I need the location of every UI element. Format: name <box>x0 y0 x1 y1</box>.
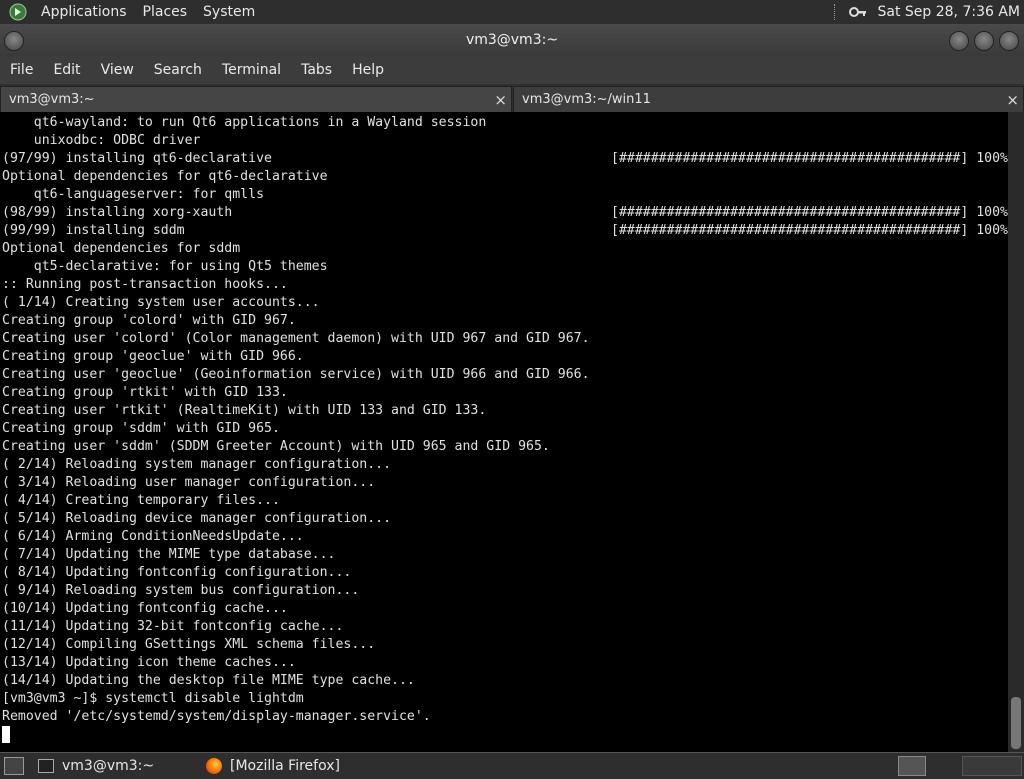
terminal-line: Creating group 'geoclue' with GID 966. <box>2 349 304 364</box>
terminal-line: Creating user 'geoclue' (Geoinformation … <box>2 367 590 382</box>
tab-close-icon[interactable]: × <box>494 87 507 113</box>
taskbar-terminal-button[interactable]: vm3@vm3:~ <box>38 756 154 776</box>
terminal-line: (14/14) Updating the desktop file MIME t… <box>2 673 415 688</box>
terminal-line: ( 4/14) Creating temporary files... <box>2 493 280 508</box>
taskbar-terminal-label: vm3@vm3:~ <box>62 758 155 774</box>
terminal-line: ( 5/14) Reloading device manager configu… <box>2 511 392 526</box>
menu-file[interactable]: File <box>0 56 43 84</box>
progress-bar-text: [#######################################… <box>611 223 1008 238</box>
terminal-cursor <box>2 726 10 743</box>
terminal-line: Optional dependencies for sddm <box>2 241 241 256</box>
menu-search[interactable]: Search <box>144 56 212 84</box>
system-menu[interactable]: System <box>195 0 263 24</box>
terminal-line: ( 8/14) Updating fontconfig configuratio… <box>2 565 352 580</box>
minimize-button[interactable] <box>949 31 969 51</box>
terminal-scrollbar[interactable] <box>1008 112 1024 752</box>
terminal-line: (12/14) Compiling GSettings XML schema f… <box>2 637 376 652</box>
taskbar-firefox-button[interactable]: [Mozilla Firefox] <box>206 756 340 776</box>
terminal-line: :: Running post-transaction hooks... <box>2 277 288 292</box>
terminal-line: Removed '/etc/systemd/system/display-man… <box>2 709 431 724</box>
terminal-line: qt6-languageserver: for qmlls <box>2 187 265 202</box>
tab-label: vm3@vm3:~/win11 <box>522 92 651 107</box>
terminal-line: ( 7/14) Updating the MIME type database.… <box>2 547 336 562</box>
distro-logo-icon[interactable] <box>7 2 29 22</box>
show-desktop-icon[interactable] <box>4 757 24 775</box>
firefox-icon <box>206 758 222 774</box>
clock[interactable]: Sat Sep 28, 7:36 AM <box>867 4 1024 20</box>
terminal-line: Creating group 'colord' with GID 967. <box>2 313 296 328</box>
terminal-line: (97/99) installing qt6-declarative <box>2 151 272 166</box>
terminal-line: (10/14) Updating fontconfig cache... <box>2 601 288 616</box>
menu-view[interactable]: View <box>91 56 144 84</box>
terminal-line: Creating user 'colord' (Color management… <box>2 331 590 346</box>
terminal-line: Creating user 'rtkit' (RealtimeKit) with… <box>2 403 487 418</box>
menu-edit[interactable]: Edit <box>43 56 90 84</box>
tab-close-icon[interactable]: × <box>1006 87 1019 113</box>
applications-menu[interactable]: Applications <box>33 0 135 24</box>
progress-bar-text: [#######################################… <box>611 151 1008 166</box>
terminal-line: Creating user 'sddm' (SDDM Greeter Accou… <box>2 439 550 454</box>
window-title: vm3@vm3:~ <box>465 32 559 48</box>
bottom-taskbar: vm3@vm3:~ [Mozilla Firefox] <box>0 752 1024 779</box>
scrollbar-thumb[interactable] <box>1011 697 1021 749</box>
terminal-line: ( 9/14) Reloading system bus configurati… <box>2 583 360 598</box>
terminal-line: (11/14) Updating 32-bit fontconfig cache… <box>2 619 344 634</box>
terminal-line: ( 2/14) Reloading system manager configu… <box>2 457 392 472</box>
taskbar-firefox-label: [Mozilla Firefox] <box>230 758 340 774</box>
workspace-switcher[interactable] <box>962 756 1022 776</box>
terminal-line: Optional dependencies for qt6-declarativ… <box>2 169 328 184</box>
places-menu[interactable]: Places <box>135 0 196 24</box>
tab-home[interactable]: vm3@vm3:~ × <box>0 86 512 112</box>
top-panel: Applications Places System Sat Sep 28, 7… <box>0 0 1024 24</box>
tab-label: vm3@vm3:~ <box>9 92 95 107</box>
tab-bar: vm3@vm3:~ × vm3@vm3:~/win11 × <box>0 84 1024 112</box>
menu-terminal[interactable]: Terminal <box>212 56 291 84</box>
terminal-prompt-line: [vm3@vm3 ~]$ systemctl disable lightdm <box>2 691 304 706</box>
terminal-icon <box>38 759 54 773</box>
network-icon[interactable] <box>849 5 867 19</box>
terminal-line: qt5-declarative: for using Qt5 themes <box>2 259 328 274</box>
terminal-line: ( 3/14) Reloading user manager configura… <box>2 475 376 490</box>
terminal-line: (13/14) Updating icon theme caches... <box>2 655 296 670</box>
panel-separator <box>834 4 837 20</box>
terminal-line: (98/99) installing xorg-xauth <box>2 205 233 220</box>
terminal-line: ( 1/14) Creating system user accounts... <box>2 295 320 310</box>
terminal-line: (99/99) installing sddm <box>2 223 185 238</box>
menu-tabs[interactable]: Tabs <box>291 56 342 84</box>
workspace-switcher-active[interactable] <box>898 756 926 776</box>
terminal-line: Creating group 'rtkit' with GID 133. <box>2 385 288 400</box>
close-button[interactable] <box>999 31 1019 51</box>
terminal-line: qt6-wayland: to run Qt6 applications in … <box>2 115 487 130</box>
tab-win11[interactable]: vm3@vm3:~/win11 × <box>513 86 1024 112</box>
menu-help[interactable]: Help <box>342 56 394 84</box>
window-titlebar[interactable]: vm3@vm3:~ <box>0 24 1024 56</box>
terminal-line: unixodbc: ODBC driver <box>2 133 201 148</box>
menubar: File Edit View Search Terminal Tabs Help <box>0 56 1024 84</box>
terminal-output[interactable]: qt6-wayland: to run Qt6 applications in … <box>0 112 1008 752</box>
terminal-line: ( 6/14) Arming ConditionNeedsUpdate... <box>2 529 304 544</box>
terminal-line: Creating group 'sddm' with GID 965. <box>2 421 280 436</box>
progress-bar-text: [#######################################… <box>611 205 1008 220</box>
maximize-button[interactable] <box>974 31 994 51</box>
